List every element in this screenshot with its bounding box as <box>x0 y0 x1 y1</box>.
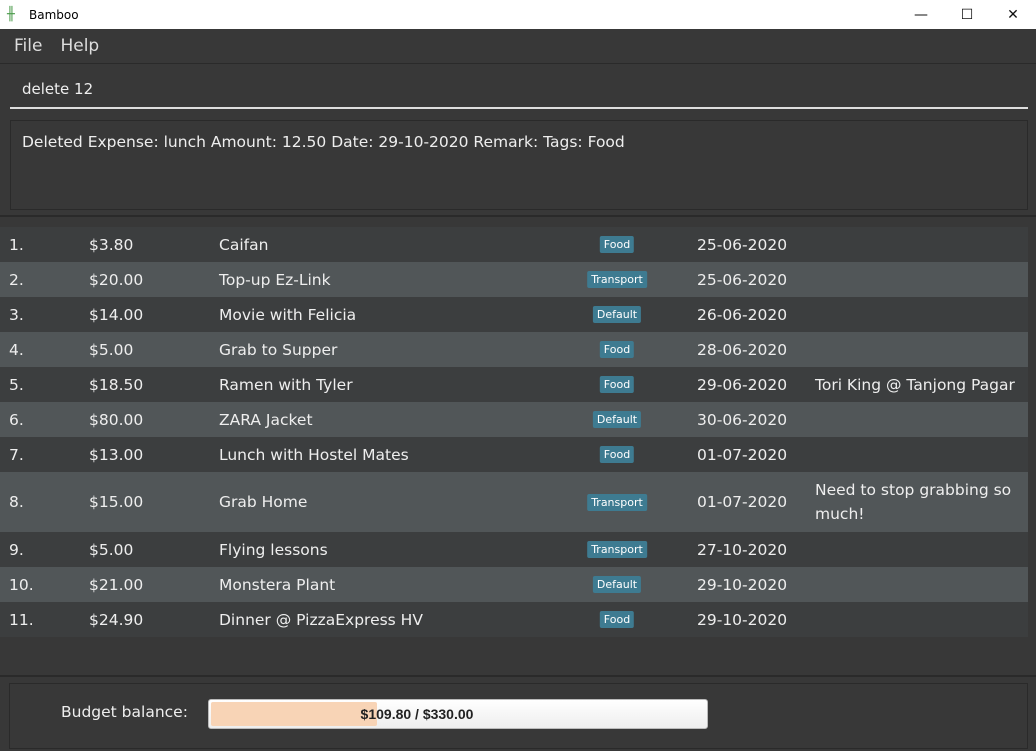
expense-index: 2. <box>9 270 24 289</box>
divider <box>0 215 1036 217</box>
expense-tag: Food <box>599 236 635 253</box>
maximize-button[interactable]: ☐ <box>944 0 990 29</box>
expense-amount: $18.50 <box>89 375 144 394</box>
expense-index: 5. <box>9 375 24 394</box>
expense-row[interactable]: 2. $20.00 Top-up Ez-Link Transport 25-06-202… <box>0 262 1028 297</box>
expense-amount: $3.80 <box>89 235 134 254</box>
expense-index: 11. <box>9 610 34 629</box>
expense-tag: Food <box>599 446 635 463</box>
expense-index: 1. <box>9 235 24 254</box>
expense-tag: Transport <box>587 541 647 558</box>
expense-tag: Food <box>599 341 635 358</box>
close-button[interactable]: ✕ <box>990 0 1036 29</box>
expense-tag: Food <box>599 611 635 628</box>
expense-index: 9. <box>9 540 24 559</box>
expense-date: 29-10-2020 <box>697 610 788 629</box>
expense-tag: Transport <box>587 271 647 288</box>
expense-amount: $24.90 <box>89 610 144 629</box>
expense-tag: Default <box>592 576 642 593</box>
expense-date: 26-06-2020 <box>697 305 788 324</box>
expense-index: 8. <box>9 493 24 511</box>
expense-amount: $5.00 <box>89 340 134 359</box>
expense-description: Dinner @ PizzaExpress HV <box>219 610 423 629</box>
budget-progress-bar: $109.80 / $330.00 <box>208 699 708 729</box>
expense-tag: Default <box>592 306 642 323</box>
expense-description: Ramen with Tyler <box>219 375 353 394</box>
expense-index: 7. <box>9 445 24 464</box>
expense-amount: $20.00 <box>89 270 144 289</box>
expense-row[interactable]: 5. $18.50 Ramen with Tyler Food 29-06-2020 To… <box>0 367 1028 402</box>
menu-file[interactable]: File <box>14 36 42 56</box>
expense-amount: $80.00 <box>89 410 144 429</box>
expense-row[interactable]: 7. $13.00 Lunch with Hostel Mates Food 01-07… <box>0 437 1028 472</box>
expense-amount: $13.00 <box>89 445 144 464</box>
expense-description: Movie with Felicia <box>219 305 357 324</box>
minimize-button[interactable]: — <box>898 0 944 29</box>
expense-index: 4. <box>9 340 24 359</box>
expense-date: 30-06-2020 <box>697 410 788 429</box>
expense-date: 29-10-2020 <box>697 575 788 594</box>
expense-date: 01-07-2020 <box>697 493 788 511</box>
expense-tag: Default <box>592 411 642 428</box>
command-input[interactable]: delete 12 <box>10 76 1028 109</box>
expense-date: 25-06-2020 <box>697 235 788 254</box>
expense-amount: $5.00 <box>89 540 134 559</box>
expense-description: Grab to Supper <box>219 340 338 359</box>
expense-date: 29-06-2020 <box>697 375 788 394</box>
expense-row[interactable]: 6. $80.00 ZARA Jacket Default 30-06-2020 <box>0 402 1028 437</box>
result-display: Deleted Expense: lunch Amount: 12.50 Dat… <box>10 120 1028 210</box>
expense-tag: Food <box>599 376 635 393</box>
expense-amount: $21.00 <box>89 575 144 594</box>
expense-index: 6. <box>9 410 24 429</box>
expense-description: Flying lessons <box>219 540 328 559</box>
budget-panel: Budget balance: $109.80 / $330.00 <box>9 683 1028 749</box>
divider <box>0 675 1036 677</box>
expense-list[interactable]: 1. $3.80 Caifan Food 25-06-2020 2. $20.00 Top-u… <box>0 227 1028 637</box>
expense-date: 01-07-2020 <box>697 445 788 464</box>
budget-text: $109.80 / $330.00 <box>360 706 474 722</box>
expense-remark: Need to stop grabbing so much! <box>815 481 1012 523</box>
window-title: Bamboo <box>29 7 79 22</box>
expense-row[interactable]: 3. $14.00 Movie with Felicia Default 26-06-2… <box>0 297 1028 332</box>
expense-tag: Transport <box>587 493 647 511</box>
expense-description: Top-up Ez-Link <box>219 270 331 289</box>
expense-date: 25-06-2020 <box>697 270 788 289</box>
title-bar: ╫ Bamboo — ☐ ✕ <box>0 0 1036 29</box>
expense-date: 27-10-2020 <box>697 540 788 559</box>
expense-row[interactable]: 4. $5.00 Grab to Supper Food 28-06-2020 <box>0 332 1028 367</box>
budget-label: Budget balance: <box>61 703 188 721</box>
expense-index: 10. <box>9 575 34 594</box>
menu-help[interactable]: Help <box>60 36 99 56</box>
expense-description: Caifan <box>219 235 269 254</box>
expense-row[interactable]: 11. $24.90 Dinner @ PizzaExpress HV Food 29-… <box>0 602 1028 637</box>
expense-date: 28-06-2020 <box>697 340 788 359</box>
expense-description: ZARA Jacket <box>219 410 313 429</box>
bamboo-logo-icon: ╫ <box>7 6 15 22</box>
expense-index: 3. <box>9 305 24 324</box>
expense-description: Grab Home <box>219 493 308 511</box>
expense-row[interactable]: 1. $3.80 Caifan Food 25-06-2020 <box>0 227 1028 262</box>
expense-remark: Tori King @ Tanjong Pagar <box>815 375 1015 394</box>
expense-row[interactable]: 8. $15.00 Grab Home Transport 01-07-2020 Need… <box>0 472 1028 532</box>
menu-bar: File Help <box>0 29 1036 64</box>
expense-row[interactable]: 9. $5.00 Flying lessons Transport 27-10-2020 <box>0 532 1028 567</box>
expense-amount: $15.00 <box>89 493 144 511</box>
expense-description: Monstera Plant <box>219 575 336 594</box>
expense-description: Lunch with Hostel Mates <box>219 445 409 464</box>
expense-row[interactable]: 10. $21.00 Monstera Plant Default 29-10-2020 <box>0 567 1028 602</box>
expense-amount: $14.00 <box>89 305 144 324</box>
